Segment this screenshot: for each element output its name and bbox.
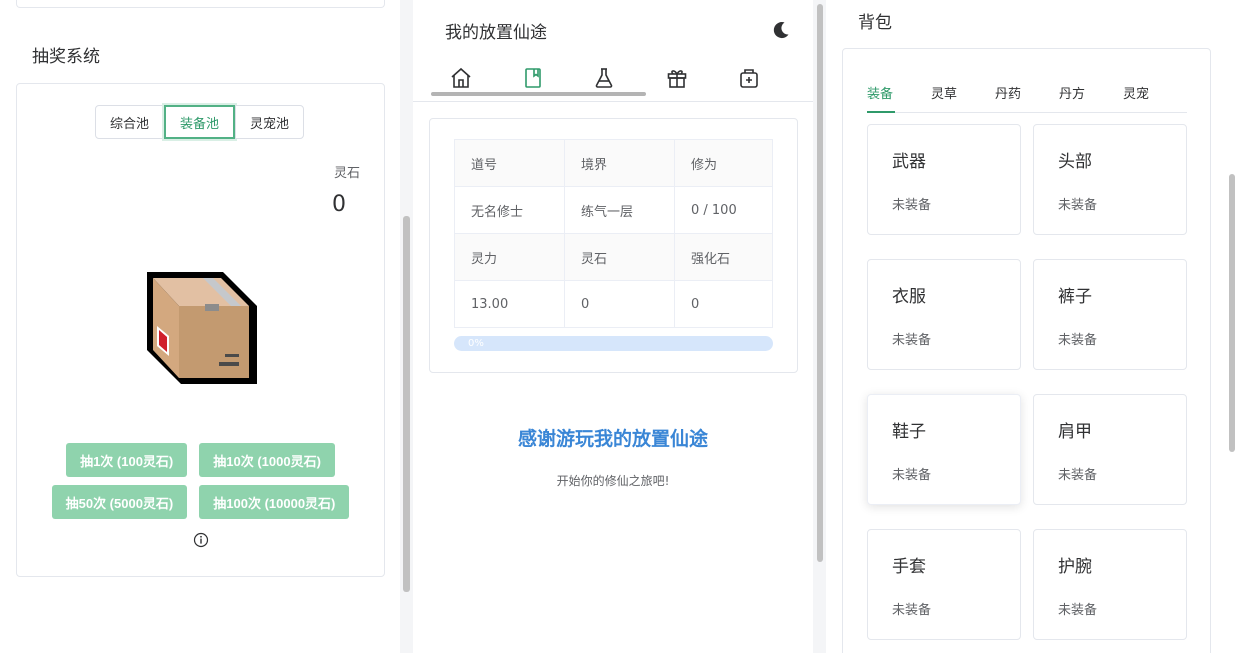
equip-slot-gloves[interactable]: 手套 未装备 [867,529,1021,640]
header-cultivation: 修为 [674,139,773,187]
slot-name: 衣服 [892,287,926,307]
cultivation-progress-bar: 0% [454,336,773,351]
pool-selector: 综合池 装备池 灵宠池 [95,105,305,139]
slot-name: 裤子 [1058,287,1092,307]
header-daohao: 道号 [454,139,565,187]
value-spirit-power: 13.00 [454,280,565,328]
equip-slot-shoes[interactable]: 鞋子 未装备 [867,394,1021,505]
slot-state: 未装备 [1058,198,1098,213]
equip-slot-bracers[interactable]: 护腕 未装备 [1033,529,1187,640]
equip-slot-pants[interactable]: 裤子 未装备 [1033,259,1187,370]
equip-slot-head[interactable]: 头部 未装备 [1033,124,1187,235]
bag-tab-recipes[interactable]: 丹方 [1059,83,1085,102]
spirit-stone-label: 灵石 [333,166,360,181]
value-realm: 练气一层 [564,186,675,234]
pool-button-equipment[interactable]: 装备池 [164,105,236,139]
bag-tab-pets[interactable]: 灵宠 [1123,83,1149,102]
bag-tabs: 装备 灵草 丹药 丹方 灵宠 [867,75,1187,113]
draw-10-button[interactable]: 抽10次 (1000灵石) [199,443,335,477]
lottery-panel: 抽奖系统 综合池 装备池 灵宠池 灵石 0 抽1次 (100灵石) 抽10次 (… [0,0,400,653]
equip-slot-clothes[interactable]: 衣服 未装备 [867,259,1021,370]
bag-tab-herbs[interactable]: 灵草 [931,83,957,102]
slot-name: 手套 [892,557,926,577]
thanks-subtitle: 开始你的修仙之旅吧! [556,474,670,488]
header-realm: 境界 [564,139,675,187]
info-icon[interactable] [193,532,209,548]
slot-state: 未装备 [1058,333,1098,348]
draw-buttons-row-2: 抽50次 (5000灵石) 抽100次 (10000灵石) [17,485,384,519]
draw-buttons-row-1: 抽1次 (100灵石) 抽10次 (1000灵石) [17,443,384,477]
moon-icon[interactable] [771,20,791,40]
medkit-icon[interactable] [737,66,761,90]
spirit-stone-value: 0 [332,192,346,217]
header-enhance-stone: 强化石 [674,233,773,281]
main-panel: 我的放置仙途 道号 境界 修为 无名修士 练气一层 0 / 100 灵力 灵石 … [413,0,813,653]
slot-state: 未装备 [892,603,932,618]
nav-tabs-divider [413,101,813,102]
flask-icon[interactable] [592,66,616,90]
slot-name: 头部 [1058,152,1092,172]
home-icon[interactable] [449,66,473,90]
pool-button-pet[interactable]: 灵宠池 [235,105,305,139]
previous-card-edge [16,0,385,8]
lottery-card: 综合池 装备池 灵宠池 灵石 0 抽1次 (100灵石) 抽10次 (1000灵… [16,83,385,577]
slot-name: 护腕 [1058,557,1092,577]
nav-tabs-scrollbar[interactable] [431,92,646,96]
bag-card: 装备 灵草 丹药 丹方 灵宠 武器 未装备 头部 未装备 衣服 未装备 裤子 未… [842,48,1211,653]
value-spirit-stone: 0 [564,280,675,328]
bag-tab-pills[interactable]: 丹药 [995,83,1021,102]
draw-100-button[interactable]: 抽100次 (10000灵石) [199,485,350,519]
value-daohao: 无名修士 [454,186,565,234]
slot-state: 未装备 [892,333,932,348]
box-icon [147,272,257,384]
slot-state: 未装备 [892,468,932,483]
player-stats-card: 道号 境界 修为 无名修士 练气一层 0 / 100 灵力 灵石 强化石 13.… [429,118,798,373]
value-cultivation: 0 / 100 [674,186,773,234]
pool-button-general[interactable]: 综合池 [95,105,165,139]
header-spirit-stone: 灵石 [564,233,675,281]
slot-state: 未装备 [1058,468,1098,483]
bag-title: 背包 [858,13,892,33]
draw-1-button[interactable]: 抽1次 (100灵石) [66,443,188,477]
value-enhance-stone: 0 [674,280,773,328]
slot-name: 肩甲 [1058,422,1092,442]
player-stats-table: 道号 境界 修为 无名修士 练气一层 0 / 100 灵力 灵石 强化石 13.… [454,139,773,328]
bag-panel: 背包 装备 灵草 丹药 丹方 灵宠 武器 未装备 头部 未装备 衣服 未装备 裤… [826,0,1238,653]
middle-panel-scrollbar[interactable] [817,4,823,562]
right-panel-scrollbar[interactable] [1229,174,1235,452]
bag-tab-active-indicator [867,111,895,113]
slot-state: 未装备 [1058,603,1098,618]
bag-tab-equipment[interactable]: 装备 [867,83,893,102]
slot-state: 未装备 [892,198,932,213]
lottery-title: 抽奖系统 [32,47,100,67]
equip-slot-weapon[interactable]: 武器 未装备 [867,124,1021,235]
draw-50-button[interactable]: 抽50次 (5000灵石) [51,485,188,519]
game-title: 我的放置仙途 [445,23,547,43]
slot-name: 鞋子 [892,422,926,442]
thanks-title: 感谢游玩我的放置仙途 [517,428,708,450]
book-icon[interactable] [521,66,545,90]
equip-slot-shoulder[interactable]: 肩甲 未装备 [1033,394,1187,505]
header-spirit-power: 灵力 [454,233,565,281]
left-panel-scrollbar[interactable] [403,216,410,592]
progress-label: 0% [468,338,484,349]
gift-icon[interactable] [665,66,689,90]
treasure-box-image [141,270,261,390]
slot-name: 武器 [892,152,926,172]
